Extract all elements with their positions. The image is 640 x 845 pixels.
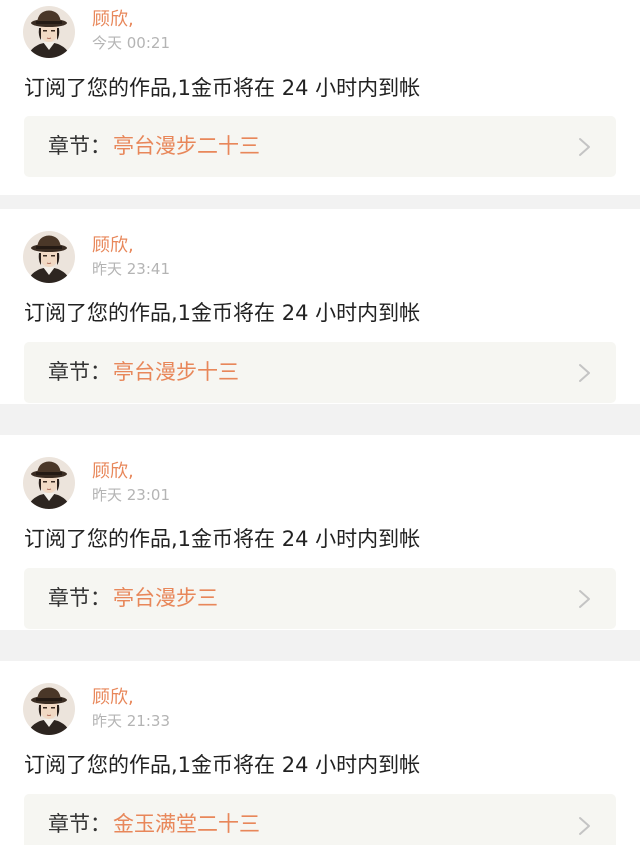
subscription-card: 顾欣, 昨天 23:01 订阅了您的作品,1金币将在 24 小时内到帐 章节： …: [0, 435, 640, 630]
chapter-title: 亭台漫步三: [113, 586, 218, 610]
message-text: 订阅了您的作品,1金币将在 24 小时内到帐: [24, 527, 421, 551]
chapter-title: 亭台漫步二十三: [113, 134, 260, 158]
message-text: 订阅了您的作品,1金币将在 24 小时内到帐: [24, 76, 421, 100]
avatar[interactable]: [23, 457, 75, 509]
author-name[interactable]: 顾欣,: [92, 687, 134, 709]
user-avatar-icon: [23, 683, 75, 735]
message-text: 订阅了您的作品,1金币将在 24 小时内到帐: [24, 301, 421, 325]
chapter-title: 亭台漫步十三: [113, 360, 239, 384]
subscription-card: 顾欣, 昨天 21:33 订阅了您的作品,1金币将在 24 小时内到帐 章节： …: [0, 661, 640, 845]
author-name[interactable]: 顾欣,: [92, 235, 134, 257]
avatar[interactable]: [23, 6, 75, 58]
subscription-card: 顾欣, 昨天 23:41 订阅了您的作品,1金币将在 24 小时内到帐 章节： …: [0, 209, 640, 404]
chevron-right-icon: [579, 364, 590, 382]
chapter-link[interactable]: 章节： 亭台漫步三: [24, 568, 616, 629]
chapter-label: 章节：: [48, 134, 111, 158]
chapter-link[interactable]: 章节： 亭台漫步二十三: [24, 116, 616, 177]
user-avatar-icon: [23, 457, 75, 509]
chevron-right-icon: [579, 590, 590, 608]
chapter-title: 金玉满堂二十三: [113, 812, 260, 836]
chapter-label: 章节：: [48, 586, 111, 610]
chevron-right-icon: [579, 817, 590, 835]
author-name[interactable]: 顾欣,: [92, 9, 134, 31]
chapter-link[interactable]: 章节： 金玉满堂二十三: [24, 794, 616, 845]
timestamp: 今天 00:21: [92, 34, 170, 52]
user-avatar-icon: [23, 6, 75, 58]
chapter-label: 章节：: [48, 812, 111, 836]
subscription-card: 顾欣, 今天 00:21 订阅了您的作品,1金币将在 24 小时内到帐 章节： …: [0, 0, 640, 195]
chapter-label: 章节：: [48, 360, 111, 384]
timestamp: 昨天 23:41: [92, 260, 170, 278]
author-name[interactable]: 顾欣,: [92, 461, 134, 483]
avatar[interactable]: [23, 683, 75, 735]
timestamp: 昨天 21:33: [92, 712, 170, 730]
timestamp: 昨天 23:01: [92, 486, 170, 504]
avatar[interactable]: [23, 231, 75, 283]
chevron-right-icon: [579, 138, 590, 156]
message-text: 订阅了您的作品,1金币将在 24 小时内到帐: [24, 753, 421, 777]
user-avatar-icon: [23, 231, 75, 283]
chapter-link[interactable]: 章节： 亭台漫步十三: [24, 342, 616, 403]
